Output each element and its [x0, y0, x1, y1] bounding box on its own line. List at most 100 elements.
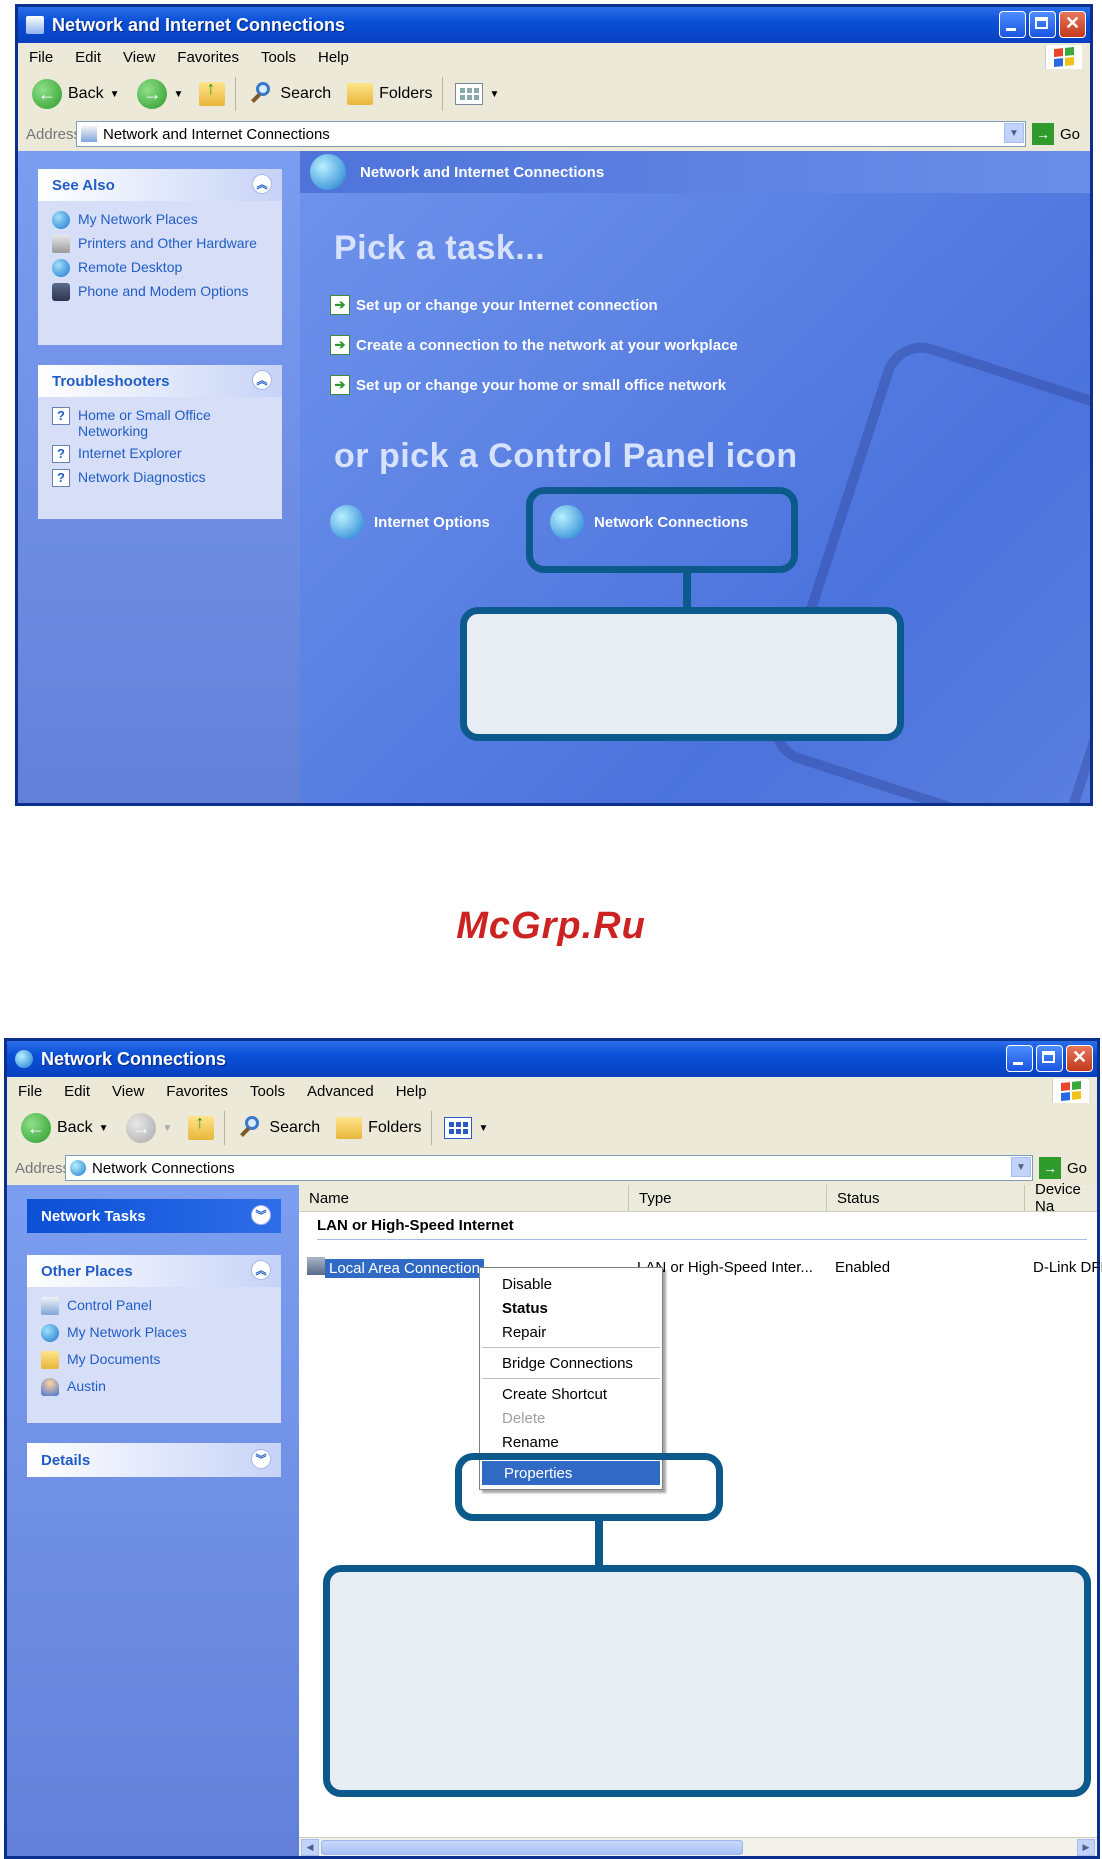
maximize-button[interactable] — [1036, 1045, 1063, 1072]
expand-chevron-icon[interactable]: ︾ — [251, 1205, 271, 1225]
back-button[interactable]: ← Back ▼ — [21, 1113, 108, 1143]
menu-favorites[interactable]: Favorites — [177, 49, 239, 66]
views-button[interactable]: ▼ — [455, 83, 499, 105]
troubleshooter-item[interactable]: ? Home or Small Office Networking — [52, 407, 282, 439]
expand-chevron-icon[interactable]: ︾ — [251, 1449, 271, 1469]
column-name[interactable]: Name — [299, 1185, 629, 1211]
back-dropdown-icon[interactable]: ▼ — [110, 89, 120, 100]
menu-tools[interactable]: Tools — [261, 49, 296, 66]
minimize-button[interactable] — [999, 11, 1026, 38]
go-button[interactable]: → Go — [1038, 1157, 1087, 1179]
address-input[interactable]: Network and Internet Connections ▼ — [76, 121, 1026, 147]
back-dropdown-icon[interactable]: ▼ — [99, 1123, 109, 1134]
views-dropdown-icon[interactable]: ▼ — [489, 89, 499, 100]
views-icon — [444, 1117, 473, 1139]
menu-help[interactable]: Help — [318, 49, 349, 66]
network-tasks-header[interactable]: Network Tasks ︾ — [27, 1199, 281, 1233]
menu-file[interactable]: File — [29, 49, 53, 66]
connections-list: Name Type Status Device Na LAN or High-S… — [299, 1181, 1102, 1856]
see-also-header[interactable]: See Also ︽ — [38, 169, 282, 201]
close-button[interactable]: ✕ — [1059, 11, 1086, 38]
forward-dropdown-icon[interactable]: ▼ — [162, 1123, 172, 1134]
window-title: Network and Internet Connections — [52, 14, 346, 35]
title-bar[interactable]: Network Connections ✕ — [7, 1041, 1097, 1077]
other-places-item[interactable]: My Documents — [41, 1351, 281, 1369]
troubleshooter-item[interactable]: ? Internet Explorer — [52, 445, 282, 463]
scroll-thumb[interactable] — [321, 1840, 743, 1855]
forward-button[interactable]: → ▼ — [137, 79, 183, 109]
menu-edit[interactable]: Edit — [64, 1083, 90, 1100]
go-button[interactable]: → Go — [1031, 123, 1080, 145]
menu-item-create-shortcut[interactable]: Create Shortcut — [480, 1382, 662, 1406]
menu-tools[interactable]: Tools — [250, 1083, 285, 1100]
menu-view[interactable]: View — [123, 49, 155, 66]
menu-item-repair[interactable]: Repair — [480, 1320, 662, 1344]
up-folder-icon: ↑ — [188, 1112, 215, 1140]
minimize-button[interactable] — [1006, 1045, 1033, 1072]
forward-dropdown-icon[interactable]: ▼ — [173, 89, 183, 100]
close-button[interactable]: ✕ — [1066, 1045, 1093, 1072]
search-button[interactable]: Search — [239, 1116, 320, 1140]
table-row[interactable]: Local Area Connection LAN or High-Speed … — [299, 1257, 1102, 1279]
toolbar: ← Back ▼ → ▼ ↑ Search Folders ▼ — [7, 1105, 1097, 1152]
details-header[interactable]: Details ︾ — [27, 1443, 281, 1477]
menu-favorites[interactable]: Favorites — [166, 1083, 228, 1100]
folders-button[interactable]: Folders — [336, 1117, 421, 1139]
task-link[interactable]: ➔ Set up or change your Internet connecti… — [330, 295, 658, 315]
menu-item-status[interactable]: Status — [480, 1296, 662, 1320]
search-button[interactable]: Search — [250, 82, 331, 106]
go-arrow-icon: → — [1031, 123, 1054, 145]
forward-button[interactable]: → ▼ — [126, 1113, 172, 1143]
callout-connector — [595, 1519, 603, 1567]
back-arrow-icon: ← — [32, 79, 62, 109]
menu-view[interactable]: View — [112, 1083, 144, 1100]
other-places-header[interactable]: Other Places ︽ — [27, 1255, 281, 1287]
scroll-left-icon[interactable]: ◀ — [301, 1839, 319, 1856]
menu-help[interactable]: Help — [396, 1083, 427, 1100]
menu-item-rename[interactable]: Rename — [480, 1430, 662, 1454]
other-places-item[interactable]: Control Panel — [41, 1297, 281, 1315]
menu-bar: File Edit View Favorites Tools Help — [18, 43, 1090, 72]
internet-options-icon-link[interactable]: Internet Options — [330, 505, 490, 539]
task-link[interactable]: ➔ Set up or change your home or small off… — [330, 375, 726, 395]
column-type[interactable]: Type — [629, 1185, 827, 1211]
troubleshooter-item[interactable]: ? Network Diagnostics — [52, 469, 282, 487]
task-link[interactable]: ➔ Create a connection to the network at y… — [330, 335, 738, 355]
up-folder-button[interactable]: ↑ — [188, 1112, 215, 1140]
callout-box — [323, 1565, 1091, 1797]
menu-file[interactable]: File — [18, 1083, 42, 1100]
other-places-item[interactable]: Austin — [41, 1378, 281, 1396]
see-also-item[interactable]: Remote Desktop — [52, 259, 282, 277]
menu-item-bridge-connections[interactable]: Bridge Connections — [480, 1351, 662, 1375]
column-status[interactable]: Status — [827, 1185, 1025, 1211]
column-device-name[interactable]: Device Na — [1025, 1181, 1095, 1215]
up-folder-button[interactable]: ↑ — [199, 78, 226, 106]
menu-advanced[interactable]: Advanced — [307, 1083, 374, 1100]
back-button[interactable]: ← Back ▼ — [32, 79, 119, 109]
menu-item-disable[interactable]: Disable — [480, 1272, 662, 1296]
address-input[interactable]: Network Connections ▼ — [65, 1155, 1033, 1181]
connection-name[interactable]: Local Area Connection — [325, 1259, 484, 1278]
scroll-right-icon[interactable]: ▶ — [1077, 1839, 1095, 1856]
other-places-item[interactable]: My Network Places — [41, 1324, 281, 1342]
menu-separator — [482, 1347, 660, 1348]
address-bar: Address Network and Internet Connections… — [18, 117, 1090, 152]
troubleshooters-header[interactable]: Troubleshooters ︽ — [38, 365, 282, 397]
title-bar[interactable]: Network and Internet Connections ✕ — [18, 7, 1090, 43]
collapse-chevron-icon[interactable]: ︽ — [252, 370, 272, 390]
menu-edit[interactable]: Edit — [75, 49, 101, 66]
maximize-button[interactable] — [1029, 11, 1056, 38]
folders-button[interactable]: Folders — [347, 83, 432, 105]
see-also-item[interactable]: My Network Places — [52, 211, 282, 229]
watermark: McGrp.Ru — [456, 905, 646, 947]
folders-icon — [336, 1117, 363, 1139]
collapse-chevron-icon[interactable]: ︽ — [251, 1260, 271, 1280]
address-dropdown-icon[interactable]: ▼ — [1003, 123, 1024, 143]
views-dropdown-icon[interactable]: ▼ — [478, 1123, 488, 1134]
horizontal-scrollbar[interactable]: ◀ ▶ — [299, 1837, 1097, 1856]
collapse-chevron-icon[interactable]: ︽ — [252, 174, 272, 194]
see-also-item[interactable]: Printers and Other Hardware — [52, 235, 282, 253]
see-also-item[interactable]: Phone and Modem Options — [52, 283, 282, 301]
address-dropdown-icon[interactable]: ▼ — [1010, 1157, 1031, 1177]
views-button[interactable]: ▼ — [444, 1117, 488, 1139]
